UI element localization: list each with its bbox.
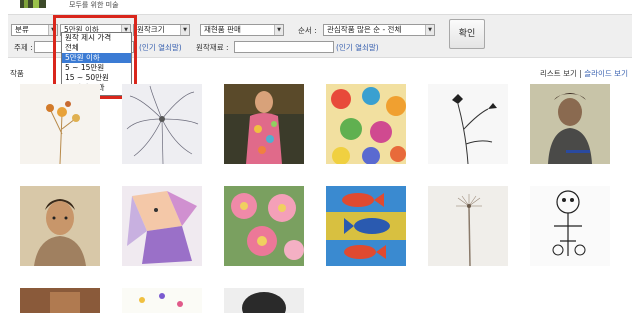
view-toggle: 리스트 보기 | 슬라이드 보기 <box>540 68 628 79</box>
sort-select[interactable]: 관심작품 많은 순 - 전체 ▼ <box>323 24 435 36</box>
artwork-thumbnail[interactable] <box>326 186 406 266</box>
artwork-image <box>224 288 304 313</box>
size-select-value: 원작크기 <box>137 25 165 34</box>
fish-print-image <box>326 186 406 266</box>
chevron-down-icon: ▼ <box>180 25 189 35</box>
plant-sketch-image <box>428 84 508 164</box>
artwork-thumbnail[interactable] <box>224 288 304 313</box>
artwork-thumbnail[interactable] <box>122 288 202 313</box>
material-popular-link[interactable]: (인기 열쇠말) <box>336 42 379 53</box>
dandelion-photo-image <box>428 186 508 266</box>
material-input[interactable] <box>234 41 334 53</box>
category-select-value: 분류 <box>15 25 29 34</box>
flowers-painting-image <box>20 84 100 164</box>
ink-illustration-image <box>530 186 610 266</box>
confirm-button[interactable]: 확인 <box>449 19 485 49</box>
figure-painting-image <box>224 84 304 164</box>
view-separator: | <box>579 69 582 78</box>
artwork-image <box>20 288 100 313</box>
artwork-thumbnail[interactable] <box>224 186 304 266</box>
page: 모두를 위한 미술 분류 ▼ 5만원 이하 ▼ 원작크기 ▼ 재현품 판매 ▼ … <box>0 0 640 313</box>
category-select[interactable]: 분류 ▼ <box>11 24 58 36</box>
size-select[interactable]: 원작크기 ▼ <box>133 24 190 36</box>
colorful-abstract-image <box>326 84 406 164</box>
portrait-painting-image <box>530 84 610 164</box>
site-logo[interactable] <box>20 0 46 8</box>
artwork-thumbnail[interactable] <box>428 186 508 266</box>
subject-popular-link[interactable]: (인기 열쇠말) <box>139 42 182 53</box>
section-title: 작품 <box>10 69 24 78</box>
material-label: 원작재료 : <box>196 43 229 52</box>
site-tagline: 모두를 위한 미술 <box>69 1 119 9</box>
artwork-thumbnail[interactable] <box>122 186 202 266</box>
sort-select-value: 관심작품 많은 순 - 전체 <box>327 25 402 34</box>
artwork-thumbnail[interactable] <box>428 84 508 164</box>
man-portrait-image <box>20 186 100 266</box>
artwork-thumbnail[interactable] <box>20 288 100 313</box>
chevron-down-icon: ▼ <box>425 25 434 35</box>
artwork-thumbnail[interactable] <box>224 84 304 164</box>
artwork-image <box>122 288 202 313</box>
artwork-thumbnail[interactable] <box>20 186 100 266</box>
list-view-link[interactable]: 리스트 보기 <box>540 69 577 78</box>
reproduction-select-value: 재현품 판매 <box>204 25 241 34</box>
pink-flowers-image <box>224 186 304 266</box>
artwork-thumbnail[interactable] <box>530 186 610 266</box>
seedhead-drawing-image <box>122 84 202 164</box>
slide-view-link[interactable]: 슬라이드 보기 <box>584 69 628 78</box>
artwork-thumbnail[interactable] <box>122 84 202 164</box>
chevron-down-icon: ▼ <box>274 25 283 35</box>
artwork-thumbnail[interactable] <box>326 84 406 164</box>
artwork-thumbnail[interactable] <box>20 84 100 164</box>
sort-label: 순서 : <box>298 26 317 35</box>
subject-label: 주제 : <box>14 43 33 52</box>
geometric-face-image <box>122 186 202 266</box>
reproduction-select[interactable]: 재현품 판매 ▼ <box>200 24 284 36</box>
artwork-thumbnail[interactable] <box>530 84 610 164</box>
